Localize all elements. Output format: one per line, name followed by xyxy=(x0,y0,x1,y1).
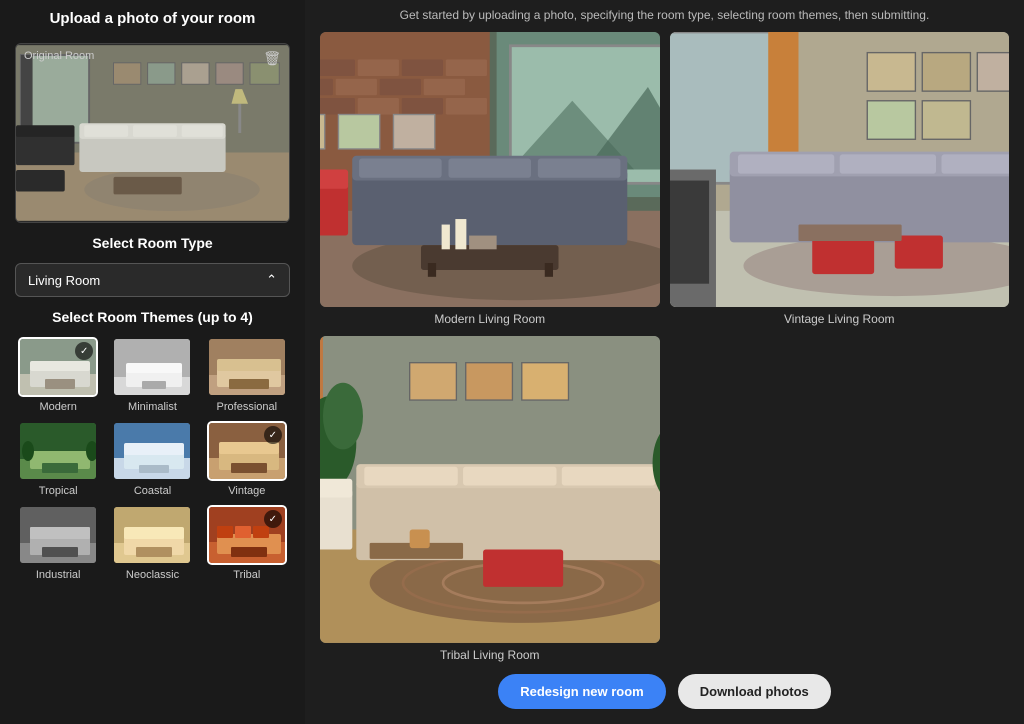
theme-coastal[interactable]: Coastal xyxy=(109,421,195,497)
result-modern: Modern Living Room xyxy=(320,32,660,326)
theme-neoclassic-label: Neoclassic xyxy=(126,569,179,581)
result-tribal: Tribal Living Room xyxy=(320,336,660,662)
theme-professional-thumb[interactable] xyxy=(207,337,287,397)
theme-tribal[interactable]: ✓ Tribal xyxy=(204,505,290,581)
theme-tropical-label: Tropical xyxy=(39,485,78,497)
left-panel: Upload a photo of your room Original Roo… xyxy=(0,0,305,724)
right-panel: Get started by uploading a photo, specif… xyxy=(305,0,1024,724)
theme-neoclassic[interactable]: Neoclassic xyxy=(109,505,195,581)
theme-modern-label: Modern xyxy=(40,401,77,413)
download-button[interactable]: Download photos xyxy=(678,674,831,709)
result-modern-image xyxy=(320,32,660,307)
upload-title: Upload a photo of your room xyxy=(15,10,290,27)
theme-minimalist[interactable]: Minimalist xyxy=(109,337,195,413)
bottom-actions: Redesign new room Download photos xyxy=(320,674,1009,709)
results-grid: Modern Living Room xyxy=(320,32,1009,662)
theme-coastal-img xyxy=(114,423,190,479)
room-type-dropdown[interactable]: Living Room ⌃ xyxy=(15,263,290,297)
redesign-button[interactable]: Redesign new room xyxy=(498,674,666,709)
theme-neoclassic-thumb[interactable] xyxy=(112,505,192,565)
vintage-check-icon: ✓ xyxy=(264,426,282,444)
theme-vintage-label: Vintage xyxy=(228,485,265,497)
theme-tropical[interactable]: Tropical xyxy=(15,421,101,497)
theme-modern-thumb[interactable]: ✓ xyxy=(18,337,98,397)
room-type-title: Select Room Type xyxy=(15,235,290,251)
delete-icon[interactable]: 🗑 xyxy=(263,50,281,67)
result-modern-label: Modern Living Room xyxy=(320,312,660,326)
right-header: Get started by uploading a photo, specif… xyxy=(320,8,1009,22)
theme-tropical-img xyxy=(20,423,96,479)
theme-tribal-label: Tribal xyxy=(233,569,260,581)
tribal-check-icon: ✓ xyxy=(264,510,282,528)
theme-neoclassic-img xyxy=(114,507,190,563)
result-vintage-image xyxy=(670,32,1010,307)
result-vintage: Vintage Living Room xyxy=(670,32,1010,326)
theme-coastal-thumb[interactable] xyxy=(112,421,192,481)
chevron-up-icon: ⌃ xyxy=(266,272,277,288)
theme-vintage[interactable]: ✓ Vintage xyxy=(204,421,290,497)
result-vintage-label: Vintage Living Room xyxy=(670,312,1010,326)
theme-modern[interactable]: ✓ Modern xyxy=(15,337,101,413)
result-tribal-label: Tribal Living Room xyxy=(320,648,660,662)
theme-minimalist-img xyxy=(114,339,190,395)
room-preview xyxy=(16,44,289,222)
theme-tropical-thumb[interactable] xyxy=(18,421,98,481)
theme-industrial-img xyxy=(20,507,96,563)
themes-title: Select Room Themes (up to 4) xyxy=(15,309,290,325)
theme-industrial[interactable]: Industrial xyxy=(15,505,101,581)
room-type-value: Living Room xyxy=(28,273,100,288)
result-tribal-image xyxy=(320,336,660,643)
theme-professional-label: Professional xyxy=(217,401,278,413)
theme-tribal-thumb[interactable]: ✓ xyxy=(207,505,287,565)
upload-area[interactable]: Original Room 🗑 xyxy=(15,43,290,223)
theme-industrial-label: Industrial xyxy=(36,569,81,581)
theme-professional[interactable]: Professional xyxy=(204,337,290,413)
theme-vintage-thumb[interactable]: ✓ xyxy=(207,421,287,481)
theme-minimalist-label: Minimalist xyxy=(128,401,177,413)
theme-minimalist-thumb[interactable] xyxy=(112,337,192,397)
upload-label: Original Room xyxy=(24,50,94,62)
theme-industrial-thumb[interactable] xyxy=(18,505,98,565)
theme-coastal-label: Coastal xyxy=(134,485,171,497)
themes-grid: ✓ Modern Minimalist xyxy=(15,337,290,581)
theme-professional-img xyxy=(209,339,285,395)
